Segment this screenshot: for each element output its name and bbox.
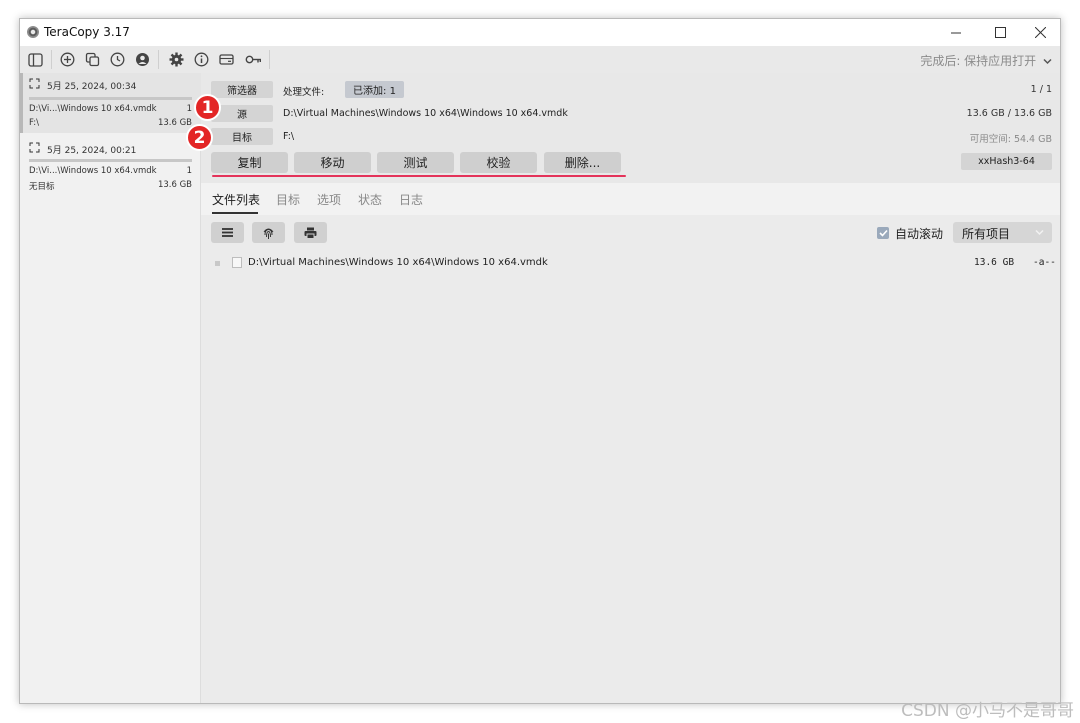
job-history-item[interactable]: 5月 25, 2024, 00:34 D:\Vi...\Windows 10 x… — [20, 73, 201, 133]
info-button[interactable] — [193, 51, 210, 68]
job-history-item[interactable]: 5月 25, 2024, 00:21 D:\Vi...\Windows 10 x… — [20, 135, 201, 199]
file-checkbox[interactable] — [232, 257, 242, 268]
disk-button[interactable] — [218, 51, 235, 68]
toolbar-separator — [158, 50, 159, 69]
delete-button[interactable]: 删除... — [544, 152, 621, 173]
add-circle-icon — [60, 52, 75, 67]
maximize-icon — [994, 27, 1006, 38]
printer-icon — [304, 227, 317, 239]
sidebar-panel-icon — [28, 52, 43, 67]
toolbar-separator — [51, 50, 52, 69]
verify-button[interactable]: 校验 — [460, 152, 537, 173]
close-button[interactable] — [1018, 19, 1060, 46]
target-path: F:\ — [283, 131, 295, 142]
target-button[interactable]: 目标 — [211, 128, 273, 145]
move-button[interactable]: 移动 — [294, 152, 371, 173]
tab-bar: 文件列表 目标 选项 状态 日志 — [201, 183, 1060, 215]
active-tab-indicator — [212, 212, 258, 214]
job-progress-bar — [29, 159, 192, 162]
job-file-count: 1 — [186, 104, 192, 114]
filter-button[interactable]: 筛选器 — [211, 81, 273, 98]
title-bar: TeraCopy 3.17 — [20, 19, 1060, 46]
processing-label: 处理文件: — [283, 87, 325, 98]
duplicate-icon — [85, 52, 100, 67]
job-history-sidebar: 5月 25, 2024, 00:34 D:\Vi...\Windows 10 x… — [20, 73, 201, 703]
user-circle-icon — [136, 53, 149, 66]
tab-status[interactable]: 状态 — [358, 191, 382, 208]
copy-list-button[interactable] — [84, 51, 101, 68]
toolbar: 完成后: 保持应用打开 — [20, 46, 1060, 73]
sidebar-toggle-button[interactable] — [27, 51, 44, 68]
source-path: D:\Virtual Machines\Windows 10 x64\Windo… — [283, 108, 568, 119]
after-done-label: 完成后: 保持应用打开 — [920, 54, 1037, 68]
job-source: D:\Vi...\Windows 10 x64.vmdk — [29, 104, 157, 114]
close-icon — [1034, 27, 1046, 38]
copy-button[interactable]: 复制 — [211, 152, 288, 173]
test-button[interactable]: 测试 — [377, 152, 454, 173]
annotation-badge-1: 1 — [194, 94, 221, 121]
menu-lines-icon — [222, 228, 233, 237]
file-row[interactable]: D:\Virtual Machines\Windows 10 x64\Windo… — [201, 255, 1060, 273]
file-attributes: -a-- — [1033, 257, 1056, 268]
minimize-button[interactable] — [934, 19, 978, 46]
tab-target[interactable]: 目标 — [276, 191, 300, 208]
free-space: 可用空间: 54.4 GB — [969, 134, 1052, 145]
job-size: 13.6 GB — [157, 118, 192, 128]
chevron-down-icon — [1043, 58, 1052, 65]
added-count-badge: 已添加: 1 — [345, 81, 404, 98]
watermark: CSDN @小马不是哥哥 — [901, 701, 1074, 721]
print-button[interactable] — [294, 222, 327, 243]
settings-button[interactable] — [168, 51, 185, 68]
job-source: D:\Vi...\Windows 10 x64.vmdk — [29, 166, 157, 176]
annotation-underline — [212, 175, 626, 177]
page-count: 1 / 1 — [1030, 84, 1052, 95]
file-list-area: 自动滚动 所有项目 D:\Virtual Machines\Windows 10… — [201, 215, 1060, 703]
tab-options[interactable]: 选项 — [317, 191, 341, 208]
key-icon — [245, 55, 262, 64]
fingerprint-icon — [263, 228, 274, 239]
job-date: 5月 25, 2024, 00:34 — [47, 82, 137, 92]
job-progress-bar — [29, 97, 192, 100]
file-path: D:\Virtual Machines\Windows 10 x64\Windo… — [248, 257, 548, 268]
info-icon — [194, 52, 209, 67]
clock-icon — [110, 52, 125, 67]
teracopy-window: TeraCopy 3.17 完成后: 保持应用打开 5月 25, 2024, 0… — [19, 18, 1061, 704]
job-target: 无目标 — [29, 182, 55, 192]
minimize-icon — [951, 32, 961, 33]
drive-icon — [219, 54, 234, 65]
tab-log[interactable]: 日志 — [399, 191, 423, 208]
expand-icon — [29, 142, 40, 153]
teracopy-app-icon — [27, 26, 39, 38]
job-size: 13.6 GB — [157, 180, 192, 190]
check-icon — [878, 229, 888, 237]
maximize-button[interactable] — [978, 19, 1022, 46]
account-button[interactable] — [134, 51, 151, 68]
items-filter-value: 所有项目 — [962, 227, 1011, 241]
expand-icon — [29, 78, 40, 89]
window-title: TeraCopy 3.17 — [44, 25, 130, 39]
after-done-selector[interactable]: 完成后: 保持应用打开 — [920, 52, 1052, 69]
source-size: 13.6 GB / 13.6 GB — [966, 108, 1052, 119]
job-date: 5月 25, 2024, 00:21 — [47, 146, 137, 156]
status-dot — [215, 261, 220, 266]
license-button[interactable] — [245, 51, 262, 68]
job-file-count: 1 — [186, 166, 192, 176]
annotation-badge-2: 2 — [186, 124, 213, 151]
gear-icon — [169, 52, 184, 67]
auto-scroll-label: 自动滚动 — [895, 227, 944, 241]
add-button[interactable] — [59, 51, 76, 68]
tab-file-list[interactable]: 文件列表 — [212, 191, 260, 208]
history-button[interactable] — [109, 51, 126, 68]
job-target: F:\ — [29, 118, 39, 128]
auto-scroll-checkbox[interactable] — [877, 227, 889, 239]
hash-algorithm-selector[interactable]: xxHash3-64 — [961, 153, 1052, 170]
fingerprint-button[interactable] — [252, 222, 285, 243]
toolbar-separator — [269, 50, 270, 69]
list-menu-button[interactable] — [211, 222, 244, 243]
file-size: 13.6 GB — [974, 257, 1015, 268]
chevron-down-icon — [1035, 229, 1044, 236]
items-filter-dropdown[interactable]: 所有项目 — [953, 222, 1052, 243]
